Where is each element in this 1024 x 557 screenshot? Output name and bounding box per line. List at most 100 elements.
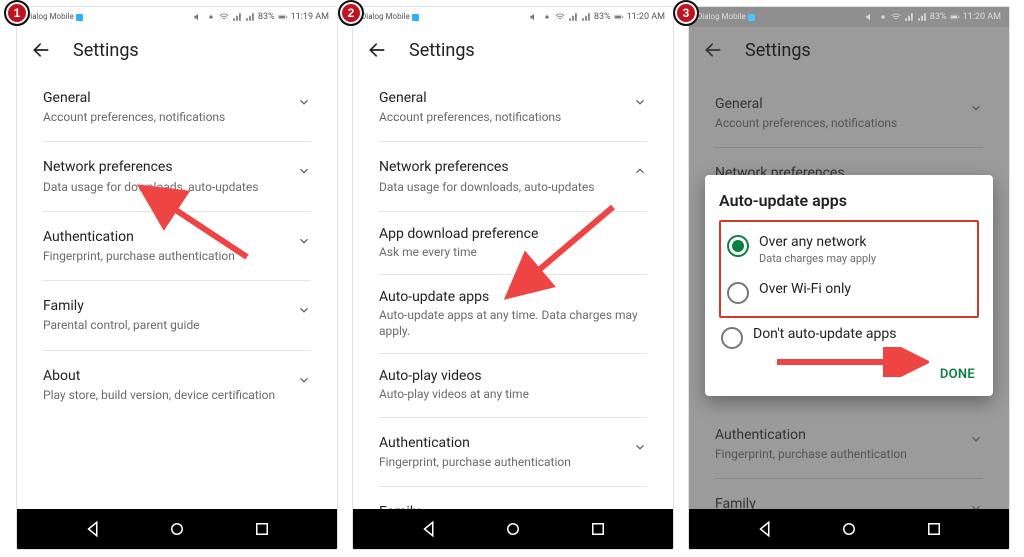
android-navbar: [689, 509, 1009, 549]
step-badge-1: 1: [4, 0, 30, 26]
settings-subrow-app-download-preference[interactable]: App download preference Ask me every time: [379, 212, 647, 275]
dialog-title: Auto-update apps: [719, 191, 979, 210]
signal-icon: [232, 12, 242, 22]
battery-percent: 83%: [594, 12, 611, 22]
signal-icon: [245, 12, 255, 22]
chevron-down-icon: [633, 440, 647, 454]
settings-row-title: Auto-play videos: [379, 368, 647, 384]
step-badge-3: 3: [673, 0, 699, 26]
mute-icon: [865, 12, 875, 22]
settings-row-subtitle: Account preferences, notifications: [379, 109, 625, 125]
nav-back-icon[interactable]: [420, 520, 438, 538]
battery-percent: 83%: [258, 12, 275, 22]
chevron-down-icon: [297, 303, 311, 317]
settings-row-about[interactable]: AboutPlay store, build version, device c…: [43, 351, 311, 419]
status-bar: Dialog Mobile 83% 11:19 AM: [17, 7, 337, 27]
settings-row-title: Network preferences: [43, 158, 289, 176]
app-header: Settings: [689, 27, 1009, 73]
settings-row-subtitle: Fingerprint, purchase authentication: [379, 454, 625, 470]
nav-home-icon[interactable]: [168, 520, 186, 538]
settings-row-title: Network preferences: [379, 158, 625, 176]
wifi-icon: [891, 12, 901, 22]
option-dont-auto-update[interactable]: Don't auto-update apps: [719, 318, 979, 357]
option-sublabel: Data charges may apply: [759, 252, 876, 265]
settings-row-subtitle: Auto-update apps at any time. Data charg…: [379, 307, 647, 339]
chevron-down-icon: [297, 95, 311, 109]
chevron-down-icon: [633, 95, 647, 109]
settings-row-authentication[interactable]: AuthenticationFingerprint, purchase auth…: [43, 212, 311, 281]
option-label: Over any network: [759, 234, 876, 251]
option-over-wifi-only[interactable]: Over Wi-Fi only: [725, 273, 973, 312]
settings-row-authentication[interactable]: AuthenticationFingerprint, purchase auth…: [379, 418, 647, 487]
chevron-down-icon: [297, 373, 311, 387]
battery-icon: [614, 12, 624, 22]
app-header: Settings: [353, 27, 673, 73]
settings-row-title: App download preference: [379, 226, 647, 242]
nav-back-icon[interactable]: [756, 520, 774, 538]
phone-screen-2: Dialog Mobile 83% 11:20 AM Settings: [352, 6, 674, 550]
option-label: Don't auto-update apps: [753, 326, 896, 343]
settings-row-subtitle: Fingerprint, purchase authentication: [43, 248, 289, 264]
settings-row-general[interactable]: General Account preferences, notification…: [43, 73, 311, 142]
nav-recent-icon[interactable]: [925, 520, 943, 538]
signal-icon: [917, 12, 927, 22]
status-bar: Dialog Mobile 83% 11:20 AM: [353, 7, 673, 27]
mute-icon: [529, 12, 539, 22]
nav-home-icon[interactable]: [504, 520, 522, 538]
radio-icon[interactable]: [727, 282, 749, 304]
nav-recent-icon[interactable]: [589, 520, 607, 538]
mute-icon: [193, 12, 203, 22]
auto-update-dialog: Auto-update apps Over any network Data c…: [705, 175, 993, 396]
app-header: Settings: [17, 27, 337, 73]
radio-icon[interactable]: [721, 327, 743, 349]
carrier-indicator-icon: [412, 14, 419, 21]
android-navbar: [353, 509, 673, 549]
battery-percent: 83%: [930, 12, 947, 22]
settings-row-network-preferences[interactable]: Network preferencesData usage for downlo…: [379, 142, 647, 211]
nav-recent-icon[interactable]: [253, 520, 271, 538]
chevron-down-icon: [969, 432, 983, 446]
nav-home-icon[interactable]: [840, 520, 858, 538]
settings-row-title: General: [43, 89, 289, 107]
option-over-any-network[interactable]: Over any network Data charges may apply: [725, 226, 973, 273]
chevron-down-icon: [297, 234, 311, 248]
settings-row-family[interactable]: Family: [379, 487, 647, 509]
phone-screen-3: Dialog Mobile 83% 11:20 AM Settings: [688, 6, 1010, 550]
radio-icon[interactable]: [727, 235, 749, 257]
settings-row-subtitle: Ask me every time: [379, 244, 647, 260]
settings-row-subtitle: Fingerprint, purchase authentication: [715, 446, 961, 462]
signal-icon: [581, 12, 591, 22]
settings-row-authentication[interactable]: Authentication Fingerprint, purchase aut…: [715, 410, 983, 479]
android-navbar: [17, 509, 337, 549]
settings-subrow-auto-play-videos[interactable]: Auto-play videosAuto-play videos at any …: [379, 354, 647, 417]
page-title: Settings: [73, 40, 139, 61]
settings-row-family[interactable]: FamilyParental control, parent guide: [43, 281, 311, 350]
settings-row-family[interactable]: Family Parental control, parent guide: [715, 479, 983, 509]
back-icon[interactable]: [703, 40, 723, 60]
wifi-icon: [219, 12, 229, 22]
back-icon[interactable]: [31, 40, 51, 60]
settings-row-subtitle: Play store, build version, device certif…: [43, 387, 289, 403]
settings-row-title: Family: [715, 495, 961, 509]
done-button[interactable]: DONE: [719, 357, 979, 388]
chevron-down-icon: [969, 101, 983, 115]
status-bar: Dialog Mobile 83% 11:20 AM: [689, 7, 1009, 27]
carrier-indicator-icon: [748, 14, 755, 21]
settings-row-subtitle: Account preferences, notifications: [43, 109, 289, 125]
back-icon[interactable]: [367, 40, 387, 60]
settings-row-general[interactable]: General Account preferences, notificatio…: [715, 79, 983, 148]
carrier-indicator-icon: [76, 14, 83, 21]
clock: 11:19 AM: [291, 12, 329, 22]
battery-icon: [950, 12, 960, 22]
settings-row-subtitle: Account preferences, notifications: [715, 115, 961, 131]
settings-row-network-preferences[interactable]: Network preferencesData usage for downlo…: [43, 142, 311, 211]
settings-row-general[interactable]: General Account preferences, notification…: [379, 73, 647, 142]
eye-off-icon: [206, 12, 216, 22]
signal-icon: [904, 12, 914, 22]
wifi-icon: [555, 12, 565, 22]
settings-row-subtitle: Parental control, parent guide: [43, 317, 289, 333]
settings-row-title: General: [379, 89, 625, 107]
settings-subrow-auto-update-apps[interactable]: Auto-update appsAuto-update apps at any …: [379, 275, 647, 354]
nav-back-icon[interactable]: [84, 520, 102, 538]
carrier-label: Dialog Mobile: [361, 13, 410, 21]
